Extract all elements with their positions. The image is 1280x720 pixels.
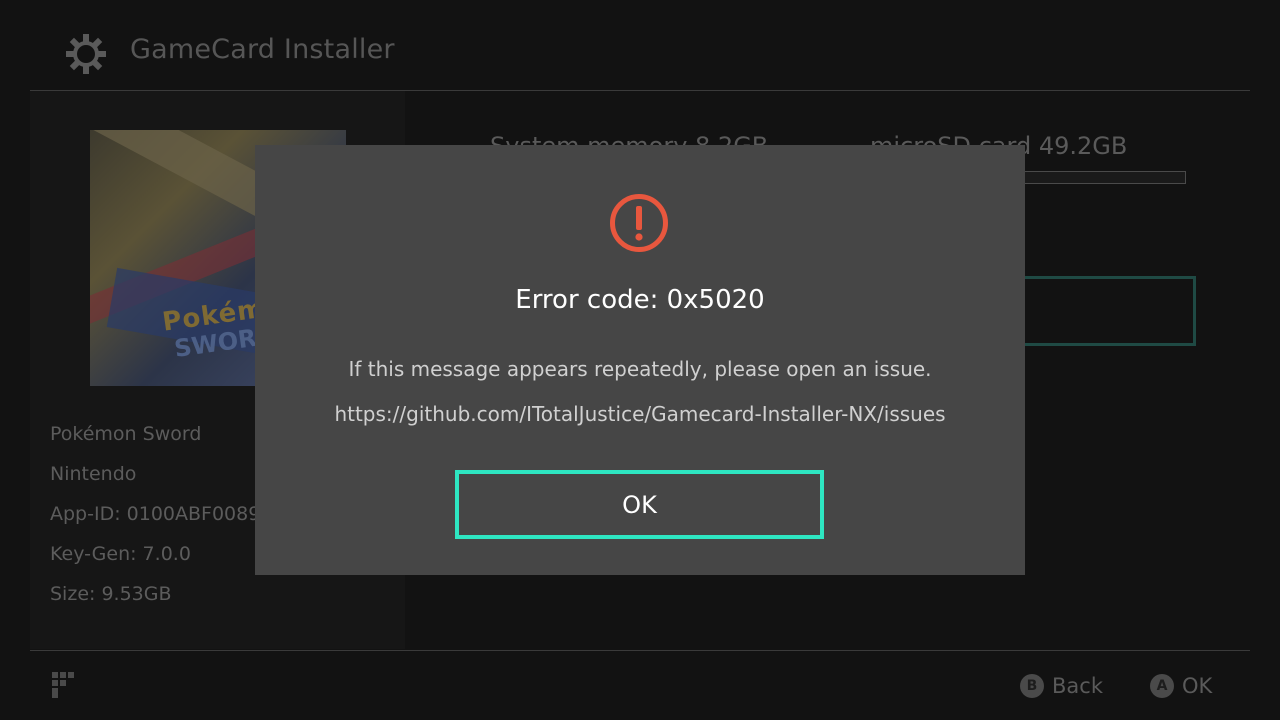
error-code-title: Error code: 0x5020 xyxy=(515,285,765,315)
install-button-outline xyxy=(1000,276,1196,346)
ok-button[interactable]: OK xyxy=(455,470,824,539)
issues-url: https://github.com/ITotalJustice/Gamecar… xyxy=(334,402,946,426)
ok-label: OK xyxy=(1182,674,1213,698)
grid-icon xyxy=(52,672,74,698)
ok-action[interactable]: A OK xyxy=(1150,672,1212,700)
b-button-icon: B xyxy=(1020,674,1044,698)
app-screen: GameCard Installer Pokémon SWORD Pokémon… xyxy=(0,0,1280,720)
size-text: Size: 9.53GB xyxy=(50,583,172,605)
footer-divider xyxy=(30,650,1250,651)
error-dialog: Error code: 0x5020 If this message appea… xyxy=(255,145,1025,575)
app-title: GameCard Installer xyxy=(130,34,395,65)
back-label: Back xyxy=(1052,674,1103,698)
gear-icon xyxy=(66,34,106,74)
app-header: GameCard Installer xyxy=(0,0,1280,90)
a-button-icon: A xyxy=(1150,674,1174,698)
error-icon xyxy=(610,194,668,252)
error-message: If this message appears repeatedly, plea… xyxy=(348,357,932,381)
back-action[interactable]: B Back xyxy=(1020,672,1103,700)
